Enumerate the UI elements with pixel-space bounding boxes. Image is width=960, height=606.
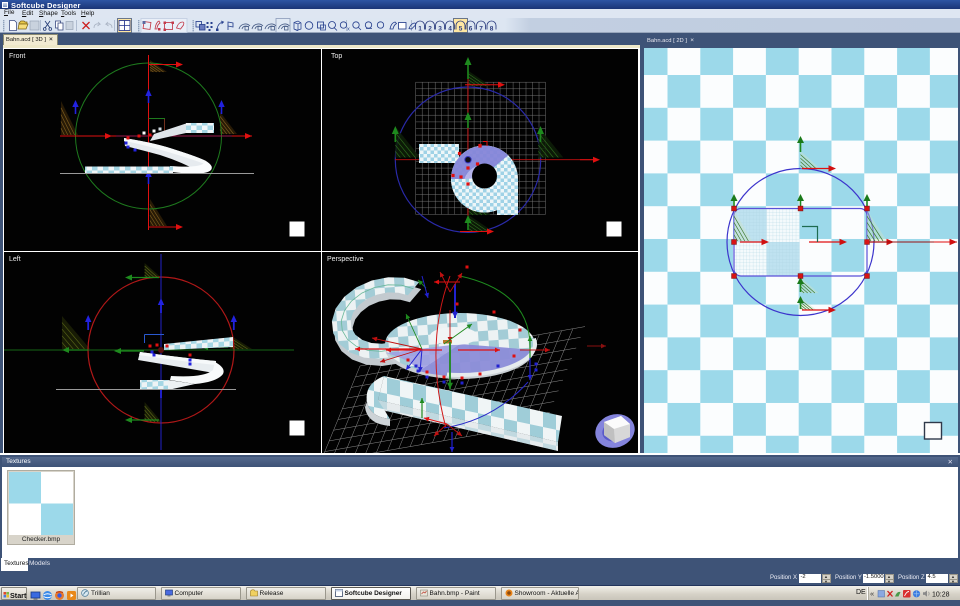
- svg-text:Front: Front: [9, 53, 25, 60]
- svg-text:7: 7: [479, 25, 483, 32]
- svg-text:Start: Start: [10, 591, 27, 600]
- svg-text:1: 1: [418, 25, 422, 32]
- svg-text:3: 3: [438, 25, 442, 32]
- svg-text:5: 5: [459, 25, 463, 32]
- svg-text:2: 2: [428, 25, 432, 32]
- svg-text:Top: Top: [331, 53, 342, 60]
- svg-text:Perspective: Perspective: [327, 256, 364, 263]
- svg-text:8: 8: [490, 25, 494, 32]
- svg-text:Left: Left: [9, 256, 21, 263]
- svg-text:6: 6: [469, 25, 473, 32]
- svg-text:«: «: [870, 589, 874, 598]
- svg-text:x: x: [347, 26, 350, 32]
- svg-text:4: 4: [448, 25, 452, 32]
- svg-text:10:28: 10:28: [932, 591, 950, 598]
